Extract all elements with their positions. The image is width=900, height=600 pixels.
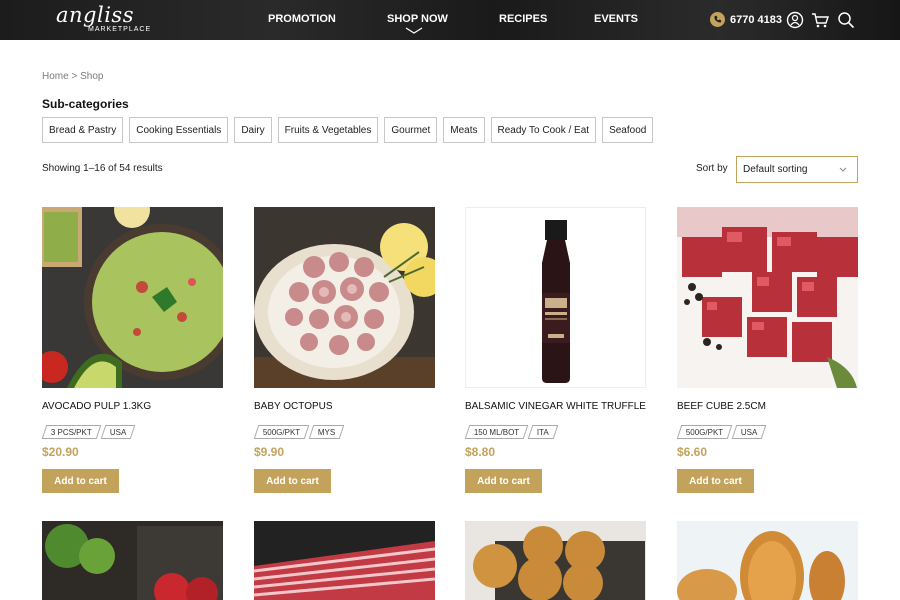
product-image-vegetables[interactable] <box>42 521 223 600</box>
nav-recipes[interactable]: RECIPES <box>499 13 547 25</box>
product-tag: 150 ML/BOT <box>464 425 529 439</box>
nav-promotion[interactable]: PROMOTION <box>268 13 336 25</box>
product-price: $6.60 <box>677 445 708 459</box>
breadcrumb-separator: > <box>71 71 78 82</box>
subcategory-bread-pastry[interactable]: Bread & Pastry <box>42 117 124 143</box>
product-tag: MYS <box>309 425 345 439</box>
results-count: Showing 1–16 of 54 results <box>42 163 163 174</box>
subcategory-meats[interactable]: Meats <box>443 117 485 143</box>
product-tag: 3 PCS/PKT <box>41 425 102 439</box>
site-logo[interactable]: angliss MARKETPLACE <box>56 4 151 34</box>
phone-number: 6770 4183 <box>730 13 782 26</box>
product-tag: ITA <box>528 425 559 439</box>
product-image-bread-rolls[interactable] <box>465 521 646 600</box>
active-indicator-chevron-icon <box>405 27 423 34</box>
product-image-balsamic[interactable] <box>465 207 646 388</box>
subcategory-seafood[interactable]: Seafood <box>602 117 654 143</box>
product-tags: 500G/PKT USA <box>676 425 768 439</box>
logo-subtitle: MARKETPLACE <box>88 26 152 33</box>
add-to-cart-button[interactable]: Add to cart <box>42 469 119 493</box>
product-tags: 150 ML/BOT ITA <box>464 425 559 439</box>
subcategories-heading: Sub-categories <box>42 97 129 111</box>
breadcrumb-home-link[interactable]: Home <box>42 71 69 82</box>
user-icon[interactable] <box>786 11 804 29</box>
subcategory-ready-to-cook[interactable]: Ready To Cook / Eat <box>490 117 597 143</box>
product-image-hotdog-buns[interactable] <box>677 521 858 600</box>
subcategory-cooking-essentials[interactable]: Cooking Essentials <box>129 117 229 143</box>
product-tags: 3 PCS/PKT USA <box>41 425 136 439</box>
nav-shop-now[interactable]: SHOP NOW <box>387 13 448 25</box>
breadcrumb-current: Shop <box>80 71 104 82</box>
product-tag: USA <box>732 425 768 439</box>
add-to-cart-button[interactable]: Add to cart <box>254 469 331 493</box>
product-price: $20.90 <box>42 445 79 459</box>
product-tag: 500G/PKT <box>676 425 733 439</box>
product-image-beef[interactable] <box>677 207 858 388</box>
product-price: $8.80 <box>465 445 496 459</box>
add-to-cart-button[interactable]: Add to cart <box>465 469 542 493</box>
phone-icon <box>710 12 725 27</box>
cart-icon[interactable] <box>811 11 829 29</box>
subcategory-fruits-vegetables[interactable]: Fruits & Vegetables <box>277 117 379 143</box>
breadcrumb: Home > Shop <box>42 71 103 82</box>
search-icon[interactable] <box>837 11 855 29</box>
product-name[interactable]: BEEF CUBE 2.5CM <box>677 401 766 412</box>
product-tags: 500G/PKT MYS <box>253 425 345 439</box>
sort-selected-value: Default sorting <box>743 164 808 175</box>
product-tag: 500G/PKT <box>253 425 310 439</box>
top-navigation-bar: angliss MARKETPLACE PROMOTION SHOP NOW R… <box>0 0 900 40</box>
add-to-cart-button[interactable]: Add to cart <box>677 469 754 493</box>
nav-events[interactable]: EVENTS <box>594 13 638 25</box>
product-name[interactable]: BABY OCTOPUS <box>254 401 333 412</box>
sort-select[interactable]: Default sorting <box>736 156 858 183</box>
subcategory-chips: Bread & Pastry Cooking Essentials Dairy … <box>42 117 654 143</box>
subcategory-gourmet[interactable]: Gourmet <box>384 117 438 143</box>
product-tag: USA <box>100 425 136 439</box>
product-image-sliced-beef[interactable] <box>254 521 435 600</box>
product-name[interactable]: AVOCADO PULP 1.3KG <box>42 401 151 412</box>
logo-script: angliss <box>56 3 134 27</box>
chevron-down-icon <box>839 167 847 172</box>
phone-contact[interactable]: 6770 4183 <box>710 12 782 27</box>
sort-label: Sort by <box>696 163 728 174</box>
product-image-avocado[interactable] <box>42 207 223 388</box>
product-price: $9.90 <box>254 445 285 459</box>
subcategory-dairy[interactable]: Dairy <box>234 117 272 143</box>
product-image-octopus[interactable] <box>254 207 435 388</box>
product-name[interactable]: BALSAMIC VINEGAR WHITE TRUFFLE <box>465 401 646 412</box>
